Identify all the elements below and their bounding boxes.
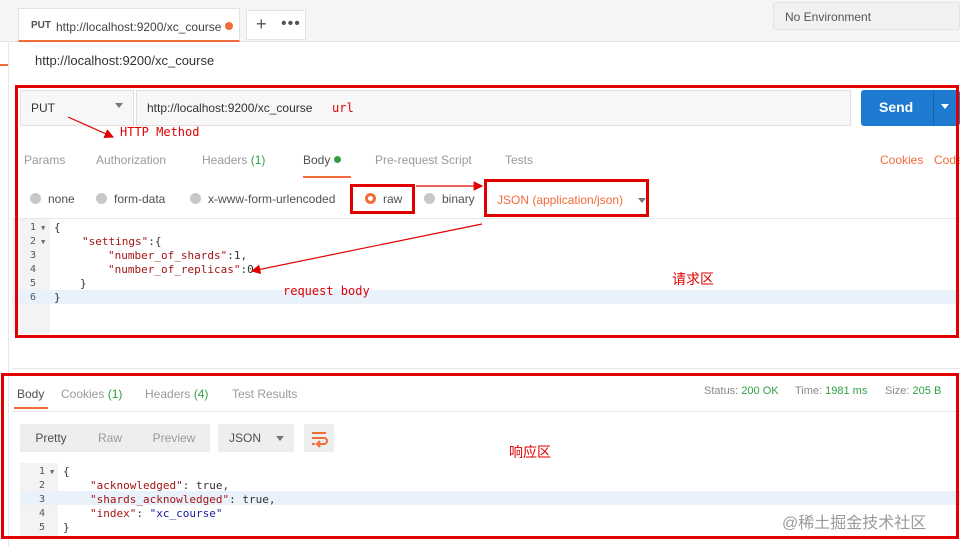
arrow-http-method [67, 116, 115, 138]
watermark: @稀土掘金技术社区 [782, 515, 927, 532]
arrow-request-body [250, 223, 483, 275]
annotation-arrows [67, 116, 484, 275]
